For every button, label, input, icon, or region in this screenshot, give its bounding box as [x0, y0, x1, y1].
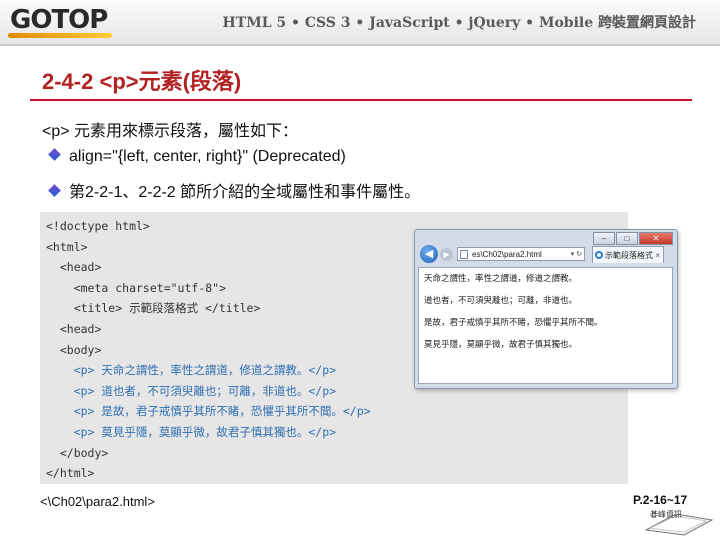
bullet-item: align="{left, center, right}" (Deprecate… — [48, 148, 346, 166]
address-text: es\Ch02\para2.html — [472, 250, 542, 259]
header-tagline: HTML 5 • CSS 3 • JavaScript • jQuery • M… — [222, 15, 696, 31]
bullet-item: 第2-2-1、2-2-2 節所介紹的全域屬性和事件屬性。 — [48, 178, 421, 202]
ie-logo-icon — [595, 251, 603, 259]
tab-title: 示範段落格式 — [605, 251, 653, 260]
tab-close-icon[interactable]: × — [655, 247, 660, 264]
intro-text: <p> 元素用來標示段落，屬性如下： — [42, 123, 299, 140]
rendered-paragraph: 莫見乎隱，莫顯乎微，故君子慎其獨也。 — [424, 339, 578, 349]
gotop-logo: GOTOP — [10, 5, 108, 35]
code-line: </body> — [46, 445, 109, 460]
browser-nav-bar: ◀ ▶ es\Ch02\para2.html ▾ ↻ 示範段落格式 × — [418, 244, 673, 266]
code-line: <body> — [46, 342, 102, 357]
header-bar: GOTOP HTML 5 • CSS 3 • JavaScript • jQue… — [0, 0, 720, 46]
title-divider — [30, 99, 692, 101]
code-line: <title> 示範段落格式 </title> — [46, 301, 261, 316]
bullet-text: align="{left, center, right}" (Deprecate… — [69, 148, 346, 165]
example-file-path: <\Ch02\para2.html> — [40, 494, 155, 509]
rendered-paragraph: 是故，君子戒慎乎其所不睹，恐懼乎其所不聞。 — [424, 317, 603, 327]
code-line: <meta charset="utf-8"> — [46, 280, 227, 295]
publisher-label: 碁峰資訊 — [650, 510, 682, 519]
page-reference: P.2-16~17 — [633, 493, 688, 507]
refresh-icon[interactable]: ▾ ↻ — [571, 248, 582, 260]
bullet-text: 第2-2-1、2-2-2 節所介紹的全域屬性和事件屬性。 — [69, 184, 421, 201]
rendered-paragraph: 天命之謂性，率性之謂道，修道之謂教。 — [424, 273, 578, 283]
code-line: <html> — [46, 239, 88, 254]
browser-tab[interactable]: 示範段落格式 × — [592, 246, 664, 263]
forward-arrow-icon[interactable]: ▶ — [440, 248, 453, 261]
code-line: <p> 天命之謂性，率性之謂道，修道之謂教。</p> — [46, 363, 337, 378]
code-line: <head> — [46, 260, 102, 275]
code-listing: <!doctype html> <html> <head> <meta char… — [46, 216, 371, 484]
logo-swoosh — [8, 33, 112, 38]
browser-window-screenshot: – □ ✕ ◀ ▶ es\Ch02\para2.html ▾ ↻ 示範段落格式 … — [414, 229, 678, 389]
rendered-paragraph: 道也者，不可須臾離也；可離，非道也。 — [424, 295, 578, 305]
browser-viewport: 天命之謂性，率性之謂道，修道之謂教。 道也者，不可須臾離也；可離，非道也。 是故… — [418, 267, 673, 384]
back-arrow-icon[interactable]: ◀ — [420, 245, 438, 263]
code-line: <p> 是故，君子戒慎乎其所不睹，恐懼乎其所不聞。</p> — [46, 404, 371, 419]
code-line: <p> 莫見乎隱，莫顯乎微，故君子慎其獨也。</p> — [46, 424, 337, 439]
code-line: <p> 道也者，不可須臾離也；可離，非道也。</p> — [46, 383, 337, 398]
page-icon — [460, 250, 468, 259]
address-bar[interactable]: es\Ch02\para2.html ▾ ↻ — [457, 247, 585, 261]
code-line: </html> — [46, 466, 95, 481]
code-line: <head> — [46, 321, 102, 336]
diamond-bullet-icon — [48, 184, 61, 198]
slide-title: 2-4-2 <p>元素(段落) — [42, 69, 242, 94]
diamond-bullet-icon — [48, 148, 61, 162]
code-line: <!doctype html> — [46, 219, 150, 233]
